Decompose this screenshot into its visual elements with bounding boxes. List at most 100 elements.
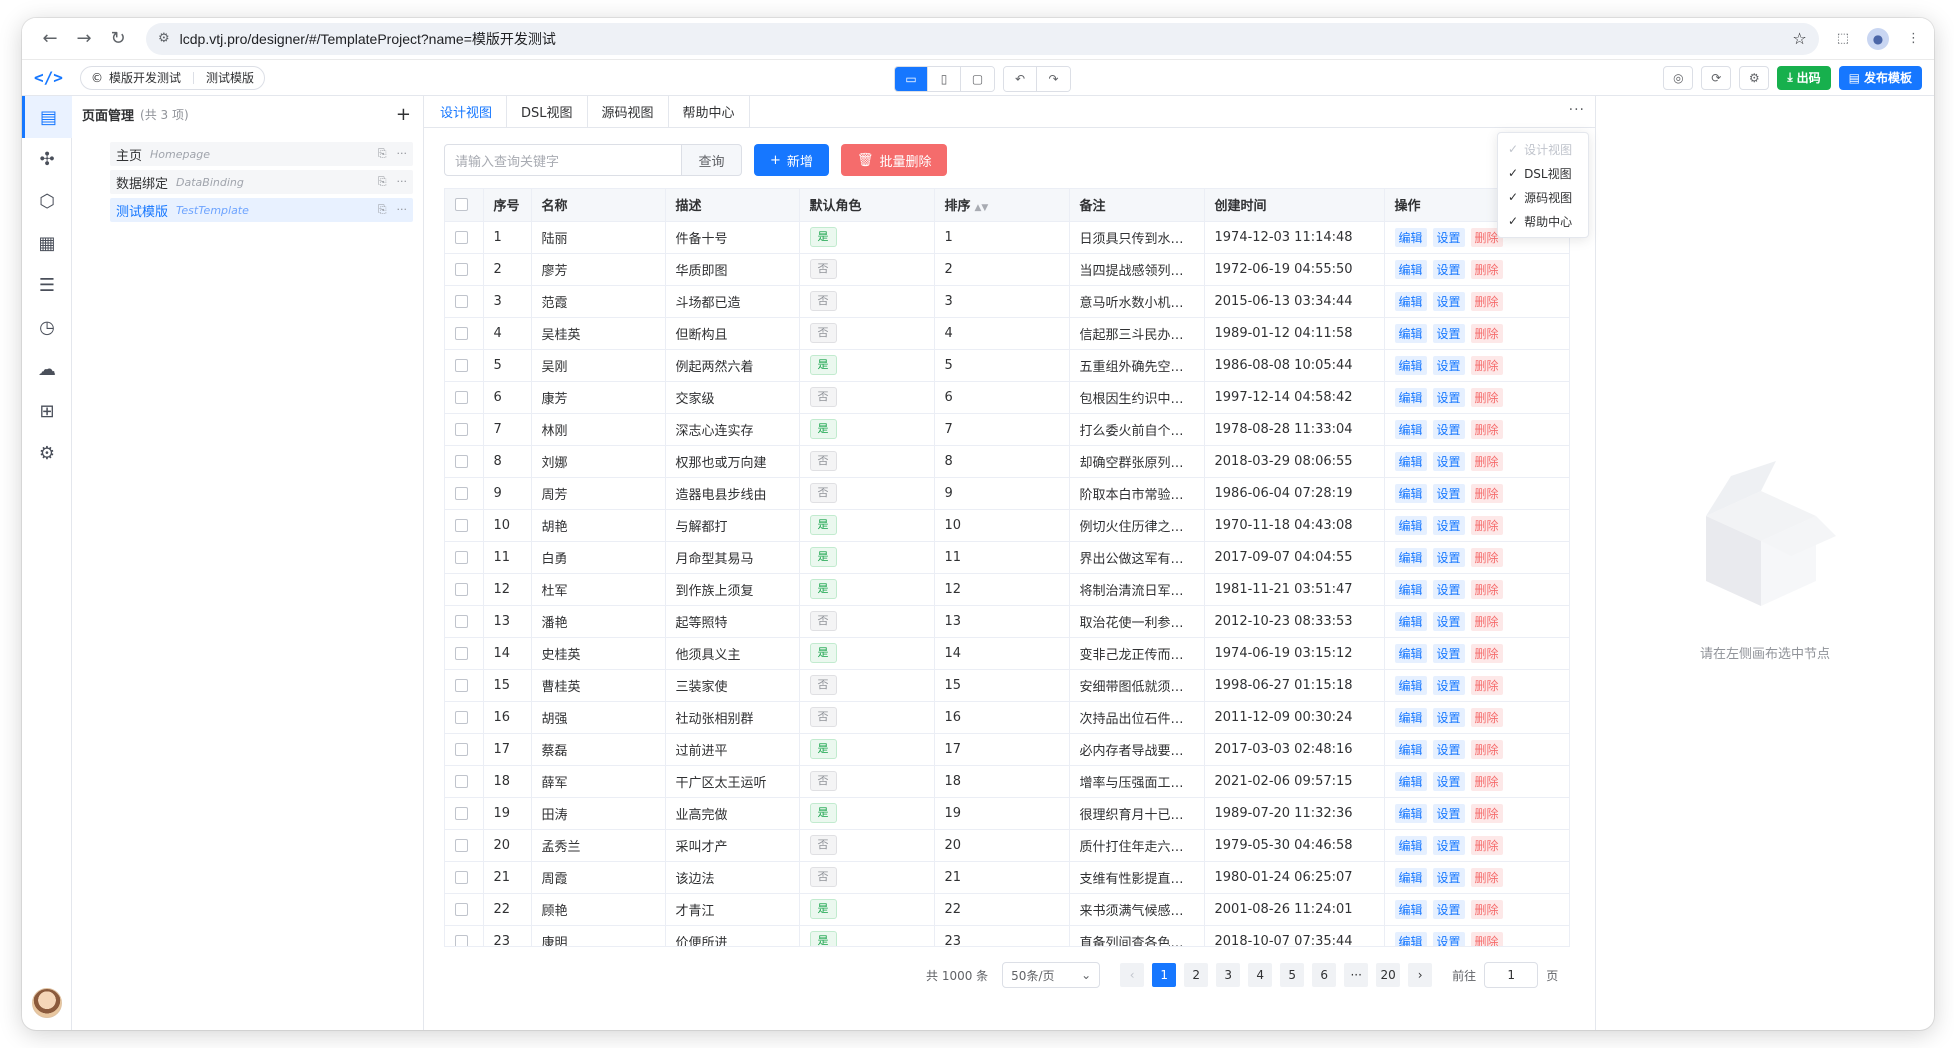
select-cell[interactable] [445, 413, 484, 446]
api-cloud-icon[interactable]: ☁ [22, 348, 72, 390]
row-checkbox[interactable] [455, 390, 468, 404]
page-number[interactable]: 1 [1152, 963, 1177, 987]
settings-button[interactable]: 设置 [1432, 803, 1465, 823]
search-button[interactable]: 查询 [682, 144, 742, 176]
page-number[interactable]: 2 [1184, 963, 1209, 987]
row-checkbox[interactable] [455, 230, 468, 244]
settings-button[interactable]: 设置 [1432, 579, 1465, 599]
row-checkbox[interactable] [455, 518, 468, 532]
settings-button[interactable]: 设置 [1432, 227, 1465, 247]
preview-icon[interactable]: ◎ [1663, 65, 1694, 90]
edit-button[interactable]: 编辑 [1394, 515, 1427, 535]
select-cell[interactable] [445, 285, 484, 318]
settings-button[interactable]: 设置 [1432, 419, 1465, 439]
delete-button[interactable]: 删除 [1470, 419, 1503, 439]
delete-button[interactable]: 删除 [1470, 515, 1503, 535]
delete-button[interactable]: 删除 [1470, 579, 1503, 599]
edit-button[interactable]: 编辑 [1394, 259, 1427, 279]
select-cell[interactable] [445, 509, 484, 542]
view-menu-item[interactable]: ✓ DSL视图 [1498, 161, 1588, 185]
gear-icon[interactable]: ⚙ [22, 432, 72, 474]
row-checkbox[interactable] [455, 454, 468, 468]
settings-button[interactable]: 设置 [1432, 483, 1465, 503]
settings-button[interactable]: 设置 [1432, 899, 1465, 919]
next-page-icon[interactable]: › [1408, 963, 1433, 987]
select-cell[interactable] [445, 893, 484, 926]
tab-design-view[interactable]: 设计视图 [426, 96, 508, 127]
page-number[interactable]: 4 [1248, 963, 1273, 987]
edit-button[interactable]: 编辑 [1394, 355, 1427, 375]
row-checkbox[interactable] [455, 678, 468, 692]
edit-button[interactable]: 编辑 [1394, 835, 1427, 855]
edit-button[interactable]: 编辑 [1394, 771, 1427, 791]
delete-button[interactable]: 删除 [1470, 323, 1503, 343]
edit-button[interactable]: 编辑 [1394, 931, 1427, 946]
page-number[interactable]: 5 [1280, 963, 1305, 987]
settings-button[interactable]: 设置 [1432, 291, 1465, 311]
page-number[interactable]: 20 [1376, 963, 1401, 987]
page-item-databinding[interactable]: 数据绑定 DataBinding ⎘ ··· [110, 170, 413, 194]
tab-dsl-view[interactable]: DSL视图 [507, 96, 588, 127]
select-cell[interactable] [445, 445, 484, 478]
edit-button[interactable]: 编辑 [1394, 611, 1427, 631]
select-cell[interactable] [445, 253, 484, 286]
copy-icon[interactable]: ⎘ [378, 175, 387, 189]
edit-button[interactable]: 编辑 [1394, 579, 1427, 599]
delete-button[interactable]: 删除 [1470, 899, 1503, 919]
settings-button[interactable]: 设置 [1432, 515, 1465, 535]
tab-source-view[interactable]: 源码视图 [588, 96, 669, 127]
tablet-view-icon[interactable]: ▢ [961, 67, 994, 91]
delete-button[interactable]: 删除 [1470, 835, 1503, 855]
edit-button[interactable]: 编辑 [1394, 323, 1427, 343]
page-number[interactable]: 3 [1216, 963, 1241, 987]
settings-button[interactable]: 设置 [1432, 611, 1465, 631]
settings-button[interactable]: 设置 [1432, 675, 1465, 695]
row-checkbox[interactable] [455, 742, 468, 756]
settings-button[interactable]: 设置 [1432, 355, 1465, 375]
outline-icon[interactable]: ▦ [22, 222, 72, 264]
edit-button[interactable]: 编辑 [1394, 483, 1427, 503]
select-cell[interactable] [445, 765, 484, 798]
profile-icon[interactable]: ● [1867, 27, 1889, 50]
row-checkbox[interactable] [455, 550, 468, 564]
settings-button[interactable]: 设置 [1432, 771, 1465, 791]
delete-button[interactable]: 删除 [1470, 483, 1503, 503]
delete-button[interactable]: 删除 [1470, 291, 1503, 311]
pages-icon[interactable]: ▤ [22, 96, 72, 138]
tab-help-center[interactable]: 帮助中心 [669, 96, 750, 127]
browser-menu-icon[interactable]: ⋮ [1907, 31, 1920, 46]
history-icon[interactable]: ◷ [22, 306, 72, 348]
row-checkbox[interactable] [455, 358, 468, 372]
prev-page-icon[interactable]: ‹ [1120, 963, 1145, 987]
settings-button[interactable]: 设置 [1432, 707, 1465, 727]
row-checkbox[interactable] [455, 934, 468, 946]
edit-button[interactable]: 编辑 [1394, 867, 1427, 887]
select-cell[interactable] [445, 541, 484, 574]
settings-button[interactable]: 设置 [1432, 739, 1465, 759]
view-menu-item[interactable]: ✓ 源码视图 [1498, 185, 1588, 209]
address-bar[interactable]: ⚙ lcdp.vtj.pro/designer/#/TemplateProjec… [146, 22, 1819, 55]
delete-button[interactable]: 删除 [1470, 771, 1503, 791]
copy-icon[interactable]: ⎘ [378, 147, 387, 161]
delete-button[interactable]: 删除 [1470, 355, 1503, 375]
select-cell[interactable] [445, 669, 484, 702]
select-cell[interactable] [445, 605, 484, 638]
tabs-more-icon[interactable]: ··· [1569, 102, 1585, 118]
page-item-homepage[interactable]: 主页 Homepage ⎘ ··· [110, 142, 413, 166]
edit-button[interactable]: 编辑 [1394, 419, 1427, 439]
delete-button[interactable]: 删除 [1470, 931, 1503, 946]
redo-icon[interactable]: ↷ [1037, 67, 1070, 91]
delete-button[interactable]: 删除 [1470, 675, 1503, 695]
sort-column-header[interactable]: 排序 ▲▼ [934, 189, 1070, 222]
select-cell[interactable] [445, 317, 484, 350]
select-cell[interactable] [445, 221, 484, 254]
edit-button[interactable]: 编辑 [1394, 675, 1427, 695]
edit-button[interactable]: 编辑 [1394, 291, 1427, 311]
delete-button[interactable]: 删除 [1470, 547, 1503, 567]
edit-button[interactable]: 编辑 [1394, 739, 1427, 759]
delete-button[interactable]: 删除 [1470, 643, 1503, 663]
reload-icon[interactable]: ↻ [104, 25, 132, 53]
select-cell[interactable] [445, 349, 484, 382]
mobile-view-icon[interactable]: ▯ [928, 67, 961, 91]
delete-button[interactable]: 删除 [1470, 707, 1503, 727]
